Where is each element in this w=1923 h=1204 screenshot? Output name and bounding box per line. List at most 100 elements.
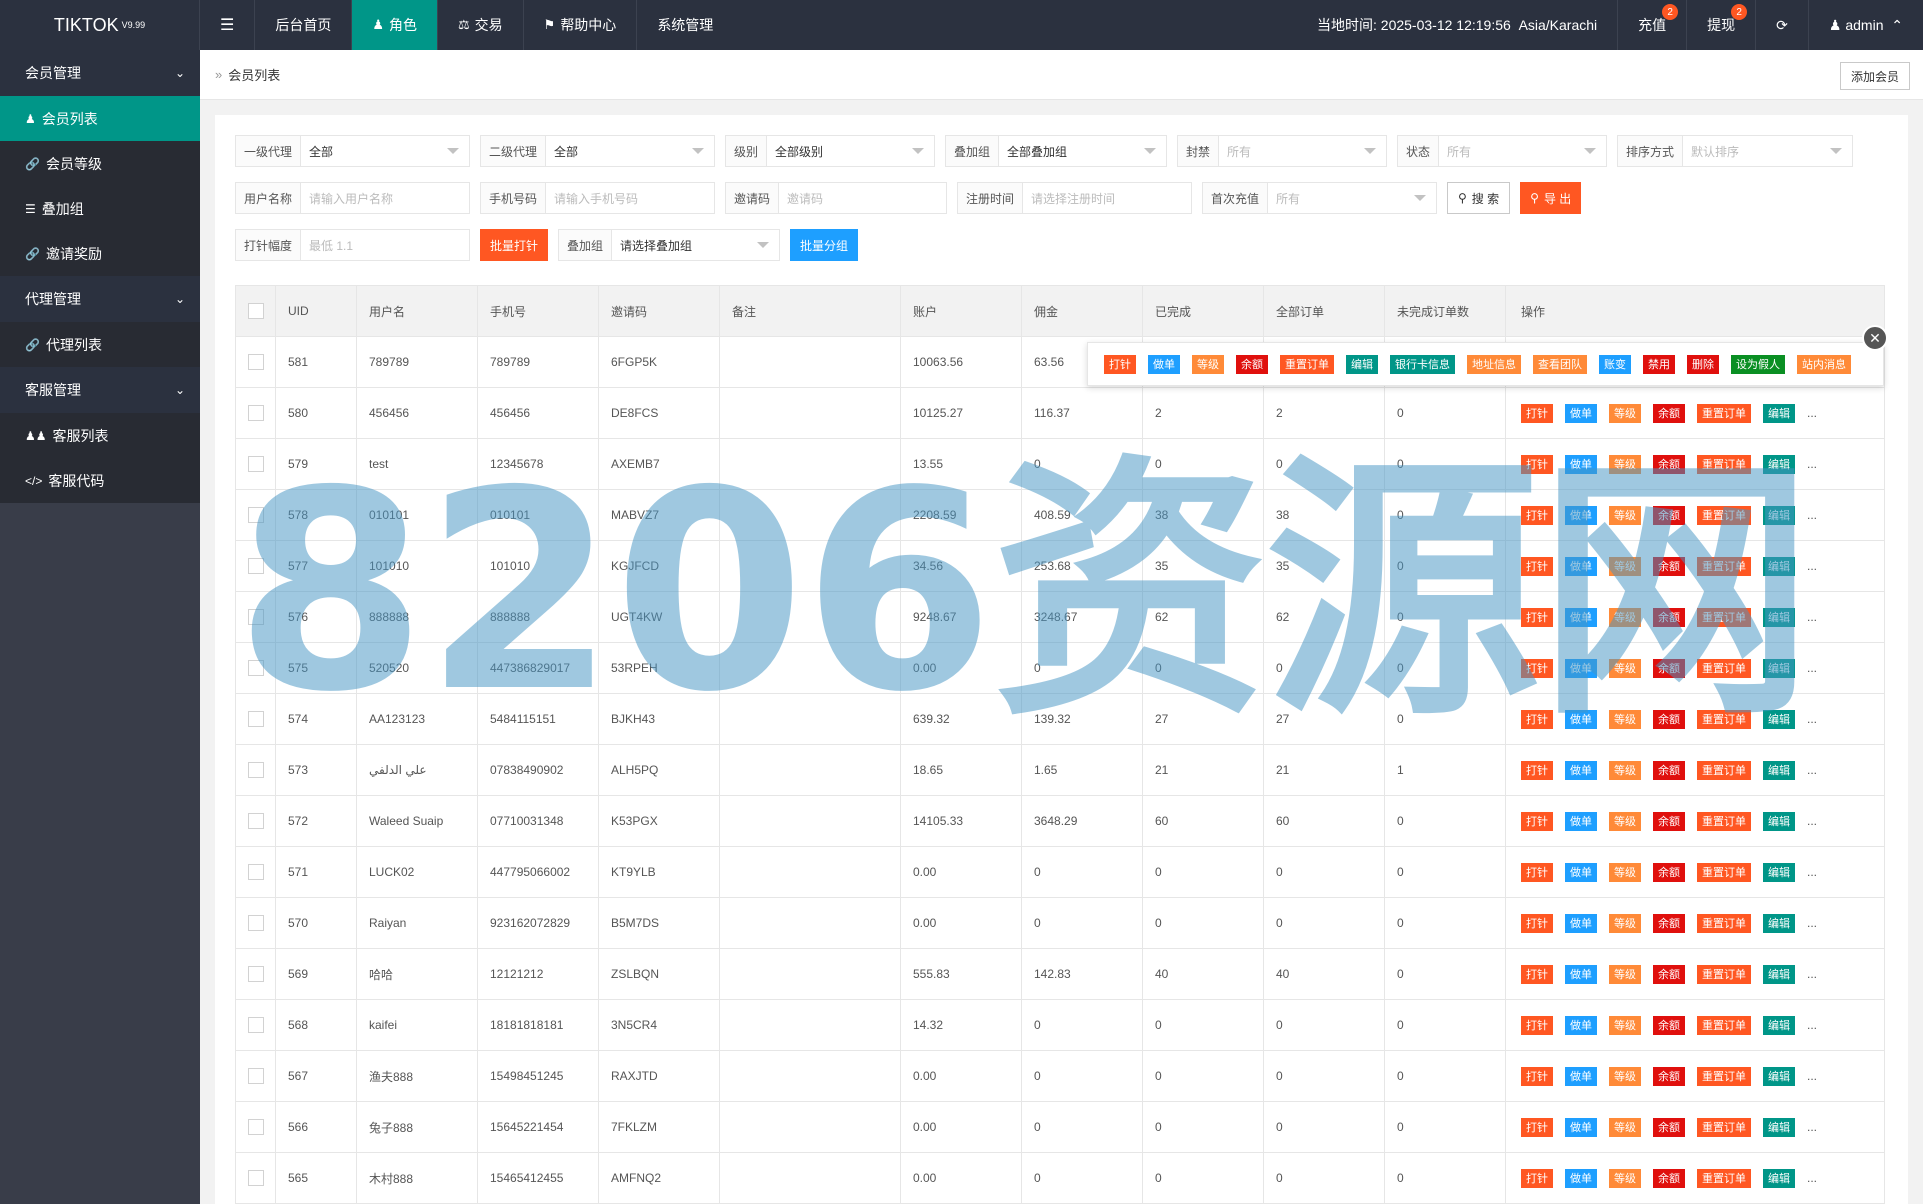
sidebar-group-member[interactable]: 会员管理 ⌄: [0, 50, 200, 96]
row-action-button[interactable]: 做单: [1565, 964, 1597, 984]
row-action-button[interactable]: 编辑: [1763, 913, 1795, 933]
row-action-button[interactable]: 重置订单: [1697, 964, 1751, 984]
more-actions-button[interactable]: ...: [1807, 1069, 1817, 1083]
row-action-button[interactable]: 余额: [1653, 454, 1685, 474]
popup-action-button[interactable]: 做单: [1148, 354, 1180, 374]
row-action-button[interactable]: 做单: [1565, 1015, 1597, 1035]
row-action-button[interactable]: 重置订单: [1697, 1168, 1751, 1188]
row-action-button[interactable]: 重置订单: [1697, 556, 1751, 576]
popup-action-button[interactable]: 禁用: [1643, 354, 1675, 374]
row-action-button[interactable]: 等级: [1609, 1015, 1641, 1035]
sidebar-item-service-code[interactable]: </> 客服代码: [0, 458, 200, 503]
row-checkbox[interactable]: [247, 1068, 264, 1084]
row-action-button[interactable]: 做单: [1565, 709, 1597, 729]
sidebar-item-agent-list[interactable]: 🔗 代理列表: [0, 322, 200, 367]
row-action-button[interactable]: 打针: [1521, 1066, 1553, 1086]
row-action-button[interactable]: 打针: [1521, 913, 1553, 933]
row-action-button[interactable]: 等级: [1609, 454, 1641, 474]
filter-level[interactable]: 级别 全部级别: [725, 135, 935, 167]
row-action-button[interactable]: 重置订单: [1697, 760, 1751, 780]
app-logo[interactable]: TIKTOK V9.99: [0, 0, 200, 50]
row-action-button[interactable]: 重置订单: [1697, 709, 1751, 729]
row-action-button[interactable]: 做单: [1565, 403, 1597, 423]
row-checkbox[interactable]: [247, 609, 264, 625]
popup-action-button[interactable]: 设为假人: [1731, 354, 1785, 374]
row-action-button[interactable]: 打针: [1521, 403, 1553, 423]
row-action-button[interactable]: 重置订单: [1697, 403, 1751, 423]
row-action-button[interactable]: 重置订单: [1697, 607, 1751, 627]
row-action-button[interactable]: 等级: [1609, 1168, 1641, 1188]
nav-role[interactable]: ♟ 角色: [352, 0, 438, 50]
row-action-button[interactable]: 编辑: [1763, 709, 1795, 729]
row-action-button[interactable]: 等级: [1609, 964, 1641, 984]
withdraw-button[interactable]: 提现 2: [1686, 0, 1755, 50]
row-action-button[interactable]: 重置订单: [1697, 811, 1751, 831]
row-action-button[interactable]: 重置订单: [1697, 658, 1751, 678]
row-action-button[interactable]: 等级: [1609, 658, 1641, 678]
row-action-button[interactable]: 余额: [1653, 913, 1685, 933]
export-button[interactable]: ⚲ 导 出: [1520, 182, 1582, 214]
row-action-button[interactable]: 做单: [1565, 862, 1597, 882]
row-action-button[interactable]: 做单: [1565, 760, 1597, 780]
more-actions-button[interactable]: ...: [1807, 559, 1817, 573]
row-action-button[interactable]: 打针: [1521, 964, 1553, 984]
more-actions-button[interactable]: ...: [1807, 763, 1817, 777]
phone-input[interactable]: 手机号码 请输入手机号码: [480, 182, 715, 214]
row-action-button[interactable]: 编辑: [1763, 607, 1795, 627]
more-actions-button[interactable]: ...: [1807, 508, 1817, 522]
row-action-button[interactable]: 打针: [1521, 505, 1553, 525]
row-action-button[interactable]: 打针: [1521, 607, 1553, 627]
invite-code-input[interactable]: 邀请码 邀请码: [725, 182, 947, 214]
row-action-button[interactable]: 余额: [1653, 1168, 1685, 1188]
first-recharge-select[interactable]: 首次充值 所有: [1202, 182, 1437, 214]
row-action-button[interactable]: 余额: [1653, 607, 1685, 627]
search-button[interactable]: ⚲ 搜 索: [1447, 182, 1511, 214]
popup-action-button[interactable]: 余额: [1236, 354, 1268, 374]
nav-system[interactable]: 系统管理: [637, 0, 733, 50]
row-action-button[interactable]: 打针: [1521, 658, 1553, 678]
row-action-button[interactable]: 做单: [1565, 658, 1597, 678]
more-actions-button[interactable]: ...: [1807, 814, 1817, 828]
row-action-button[interactable]: 做单: [1565, 556, 1597, 576]
row-action-button[interactable]: 等级: [1609, 760, 1641, 780]
select-all-checkbox[interactable]: [247, 303, 264, 319]
popup-action-button[interactable]: 重置订单: [1280, 354, 1334, 374]
row-action-button[interactable]: 编辑: [1763, 556, 1795, 576]
row-action-button[interactable]: 打针: [1521, 862, 1553, 882]
nav-help[interactable]: ⚑ 帮助中心: [524, 0, 638, 50]
popup-action-button[interactable]: 地址信息: [1467, 354, 1521, 374]
row-checkbox[interactable]: [247, 558, 264, 574]
row-action-button[interactable]: 做单: [1565, 1066, 1597, 1086]
sidebar-group-agent[interactable]: 代理管理 ⌄: [0, 276, 200, 322]
row-action-button[interactable]: 等级: [1609, 1117, 1641, 1137]
row-action-button[interactable]: 余额: [1653, 811, 1685, 831]
nav-home[interactable]: 后台首页: [255, 0, 353, 50]
sidebar-group-service[interactable]: 客服管理 ⌄: [0, 367, 200, 413]
row-action-button[interactable]: 做单: [1565, 454, 1597, 474]
row-checkbox[interactable]: [247, 405, 264, 421]
filter-status[interactable]: 状态 所有: [1397, 135, 1607, 167]
batch-group-select[interactable]: 叠加组 请选择叠加组: [558, 229, 781, 261]
row-action-button[interactable]: 等级: [1609, 1066, 1641, 1086]
row-action-button[interactable]: 编辑: [1763, 454, 1795, 474]
batch-inject-button[interactable]: 批量打针: [480, 229, 549, 261]
row-checkbox[interactable]: [247, 864, 264, 880]
row-action-button[interactable]: 等级: [1609, 607, 1641, 627]
row-action-button[interactable]: 重置订单: [1697, 505, 1751, 525]
row-action-button[interactable]: 等级: [1609, 505, 1641, 525]
popup-action-button[interactable]: 站内消息: [1797, 354, 1851, 374]
row-action-button[interactable]: 编辑: [1763, 1015, 1795, 1035]
row-action-button[interactable]: 做单: [1565, 913, 1597, 933]
row-checkbox[interactable]: [247, 507, 264, 523]
row-action-button[interactable]: 余额: [1653, 403, 1685, 423]
nav-trade[interactable]: ⚖ 交易: [438, 0, 524, 50]
row-action-button[interactable]: 编辑: [1763, 964, 1795, 984]
more-actions-button[interactable]: ...: [1807, 916, 1817, 930]
sidebar-item-member-list[interactable]: ♟ 会员列表: [0, 96, 200, 141]
popup-action-button[interactable]: 银行卡信息: [1390, 354, 1455, 374]
popup-action-button[interactable]: 账变: [1599, 354, 1631, 374]
row-checkbox[interactable]: [247, 660, 264, 676]
popup-action-button[interactable]: 查看团队: [1533, 354, 1587, 374]
row-checkbox[interactable]: [247, 354, 264, 370]
row-action-button[interactable]: 做单: [1565, 1117, 1597, 1137]
